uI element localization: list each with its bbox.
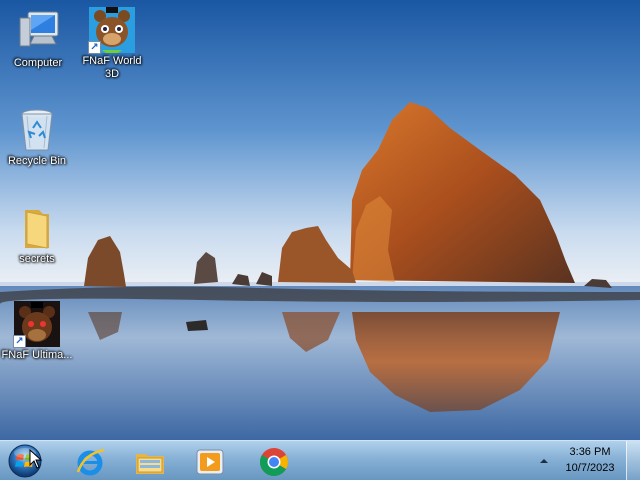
desktop-icon-label: Recycle Bin	[7, 155, 67, 167]
media-player-icon	[196, 449, 224, 475]
fnaf-ultimate-icon: ↗	[13, 300, 61, 348]
recycle-bin-icon	[13, 106, 61, 154]
taskbar-file-explorer[interactable]	[122, 442, 178, 480]
chevron-up-icon	[540, 459, 548, 463]
show-hidden-icons-chevron[interactable]	[538, 454, 550, 466]
desktop-icon-computer[interactable]: Computer	[1, 8, 75, 70]
desktop-icon-label: Computer	[13, 57, 63, 69]
desktop-icon-secrets-folder[interactable]: secrets	[0, 204, 74, 266]
taskbar-chrome[interactable]	[246, 442, 302, 480]
shortcut-arrow-icon: ↗	[88, 41, 101, 54]
desktop-icon-label: FNaF Ultima...	[1, 349, 73, 361]
clock-time: 3:36 PM	[569, 446, 611, 458]
internet-explorer-icon	[76, 448, 105, 476]
taskbar-internet-explorer[interactable]	[62, 442, 118, 480]
desktop-icon-label: secrets	[19, 253, 55, 265]
desktop-icon-fnaf-world-3d[interactable]: ↗ FNaF World 3D	[75, 6, 149, 81]
shortcut-arrow-icon: ↗	[13, 335, 26, 348]
mouse-cursor-icon	[29, 449, 43, 469]
folder-icon	[13, 204, 61, 252]
show-desktop-button[interactable]	[626, 441, 640, 480]
desktop-icon-fnaf-ultimate[interactable]: ↗ FNaF Ultima...	[0, 300, 74, 362]
taskbar-media-player[interactable]	[182, 442, 238, 480]
taskbar: 3:36 PM 10/7/2023	[0, 440, 640, 480]
clock-date: 10/7/2023	[565, 462, 615, 474]
computer-icon	[14, 8, 62, 56]
fnaf-world-icon: ↗	[88, 6, 136, 54]
chrome-icon	[259, 448, 288, 477]
desktop-icon-label: FNaF World 3D	[82, 55, 142, 80]
system-clock[interactable]: 3:36 PM 10/7/2023	[556, 444, 624, 476]
file-explorer-icon	[136, 454, 164, 474]
desktop-icon-recycle-bin[interactable]: Recycle Bin	[0, 106, 74, 168]
